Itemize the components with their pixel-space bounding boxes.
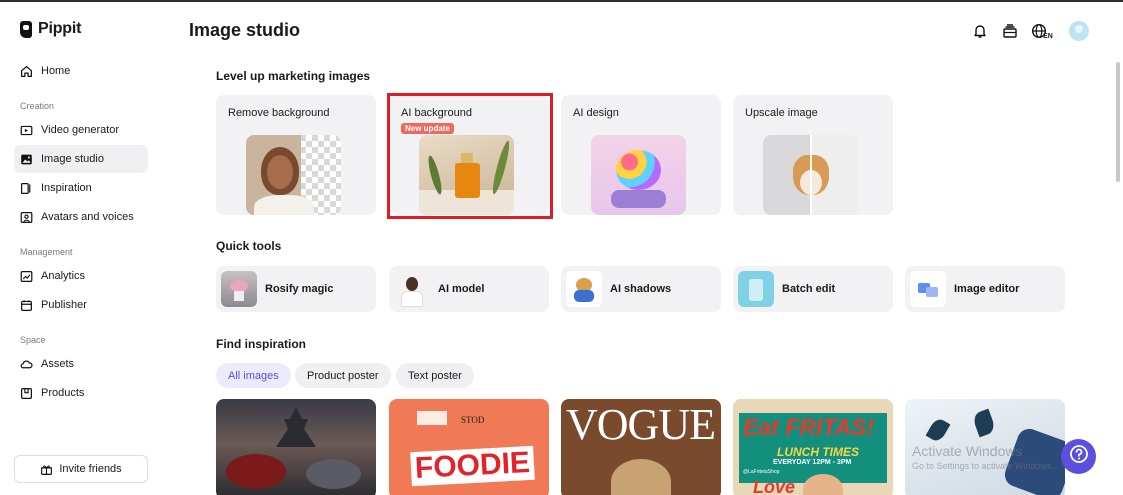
inspiration-card-motorbike[interactable] bbox=[216, 399, 376, 495]
inspiration-icon bbox=[20, 182, 33, 195]
sidebar-item-label: Inspiration bbox=[41, 182, 92, 194]
sidebar-item-avatars-and-voices[interactable]: Avatars and voices bbox=[14, 203, 148, 231]
sidebar-item-products[interactable]: Products bbox=[14, 379, 148, 407]
tool-label: AI model bbox=[438, 283, 485, 295]
level-up-heading: Level up marketing images bbox=[216, 69, 371, 83]
tool-rosify-magic[interactable]: Rosify magic bbox=[216, 266, 376, 312]
language-code: EN bbox=[1043, 32, 1053, 40]
section-label-space: Space bbox=[20, 335, 46, 345]
analytics-icon bbox=[20, 270, 33, 283]
poster-text-vogue: VOGUE bbox=[566, 400, 716, 449]
card-title: Upscale image bbox=[745, 107, 818, 119]
sidebar-item-label: Products bbox=[41, 387, 85, 399]
sidebar-item-label: Video generator bbox=[41, 124, 120, 136]
rosify-magic-thumbnail bbox=[221, 271, 257, 307]
card-title: Remove background bbox=[228, 107, 330, 119]
upscale-image-card[interactable]: Upscale image bbox=[733, 95, 893, 215]
remove-background-card[interactable]: Remove background bbox=[216, 95, 376, 215]
sidebar-item-label: Analytics bbox=[41, 270, 86, 282]
app-name: Pippit bbox=[38, 20, 82, 37]
inspiration-card-fritas[interactable]: Eat FRITAS! LUNCH TIMES EVERYDAY 12PM - … bbox=[733, 399, 893, 495]
ai-design-thumbnail bbox=[591, 135, 686, 215]
sidebar-item-analytics[interactable]: Analytics bbox=[14, 262, 148, 290]
batch-edit-thumbnail bbox=[738, 271, 774, 307]
section-label-management: Management bbox=[20, 247, 73, 257]
invite-friends-button[interactable]: Invite friends bbox=[14, 455, 148, 483]
quick-tools-heading: Quick tools bbox=[216, 239, 282, 253]
cloud-icon bbox=[20, 358, 33, 371]
inspiration-card-foodie[interactable]: STOD FOODIE bbox=[389, 399, 549, 495]
chip-text-poster[interactable]: Text poster bbox=[396, 363, 474, 388]
poster-text-foodie: FOODIE bbox=[410, 445, 535, 487]
sidebar-item-label: Image studio bbox=[41, 153, 104, 165]
tool-ai-shadows[interactable]: AI shadows bbox=[561, 266, 721, 312]
watermark-subtitle: Go to Settings to activate Windows. bbox=[912, 461, 1055, 471]
ai-model-thumbnail bbox=[394, 271, 430, 307]
sidebar-item-label: Avatars and voices bbox=[41, 211, 134, 223]
poster-time-text: EVERYDAY 12PM - 3PM bbox=[773, 459, 852, 466]
avatar-icon bbox=[20, 211, 33, 224]
tool-label: Rosify magic bbox=[265, 283, 334, 295]
sidebar-item-label: Assets bbox=[41, 358, 75, 370]
inspiration-card-vogue[interactable]: VOGUE bbox=[561, 399, 721, 495]
image-studio-icon bbox=[20, 153, 33, 166]
pippit-logo-icon bbox=[20, 20, 32, 38]
poster-love-text: Love bbox=[753, 477, 796, 495]
tool-ai-model[interactable]: AI model bbox=[389, 266, 549, 312]
calendar-icon bbox=[20, 299, 33, 312]
image-editor-thumbnail bbox=[910, 271, 946, 307]
poster-sub-text: LUNCH TIMES bbox=[777, 445, 859, 459]
video-generator-icon bbox=[20, 124, 33, 137]
chip-all-images[interactable]: All images bbox=[216, 363, 291, 388]
activate-windows-watermark: Activate Windows Go to Settings to activ… bbox=[912, 443, 1054, 471]
invite-friends-label: Invite friends bbox=[59, 463, 122, 475]
tool-label: AI shadows bbox=[610, 283, 672, 295]
header-actions: EN bbox=[971, 21, 1089, 41]
watermark-title: Activate Windows bbox=[912, 443, 1023, 459]
sidebar-item-assets[interactable]: Assets bbox=[14, 350, 148, 378]
notification-bell-icon[interactable] bbox=[971, 22, 989, 40]
section-label-creation: Creation bbox=[20, 101, 55, 111]
sidebar-item-video-generator[interactable]: Video generator bbox=[14, 116, 148, 144]
tool-label: Image editor bbox=[954, 283, 1020, 295]
tool-label: Batch edit bbox=[782, 283, 836, 295]
tool-image-editor[interactable]: Image editor bbox=[905, 266, 1065, 312]
sidebar-item-publisher[interactable]: Publisher bbox=[14, 291, 148, 319]
sidebar: Pippit Home Creation Video generator Ima… bbox=[0, 2, 160, 495]
find-inspiration-heading: Find inspiration bbox=[216, 337, 306, 351]
tool-batch-edit[interactable]: Batch edit bbox=[733, 266, 893, 312]
page-scrollbar[interactable] bbox=[1116, 62, 1120, 182]
gift-icon bbox=[40, 463, 53, 476]
chip-product-poster[interactable]: Product poster bbox=[295, 363, 391, 388]
poster-text-fritas: Eat FRITAS! bbox=[743, 414, 875, 440]
language-globe-icon[interactable]: EN bbox=[1031, 22, 1057, 40]
poster-sub-text: STOD bbox=[461, 415, 485, 425]
stack-icon[interactable] bbox=[1001, 22, 1019, 40]
remove-background-thumbnail bbox=[246, 135, 341, 215]
ai-background-thumbnail bbox=[419, 135, 514, 215]
user-avatar[interactable] bbox=[1069, 21, 1089, 41]
ai-shadows-thumbnail bbox=[566, 271, 602, 307]
sidebar-item-inspiration[interactable]: Inspiration bbox=[14, 174, 148, 202]
upscale-image-thumbnail bbox=[763, 135, 858, 215]
home-icon bbox=[20, 65, 33, 78]
sidebar-item-label: Home bbox=[41, 65, 71, 77]
sidebar-item-image-studio[interactable]: Image studio bbox=[14, 145, 148, 173]
poster-handle-text: @LaFritetaShop bbox=[743, 469, 780, 475]
app-logo[interactable]: Pippit bbox=[20, 20, 81, 38]
page-title: Image studio bbox=[189, 20, 301, 40]
card-title: AI design bbox=[573, 107, 619, 119]
ai-background-card[interactable]: AI background New update bbox=[389, 95, 549, 215]
question-icon bbox=[1069, 444, 1089, 469]
card-title: AI background bbox=[401, 107, 472, 119]
help-button[interactable] bbox=[1061, 439, 1096, 474]
sidebar-item-label: Publisher bbox=[41, 299, 87, 311]
box-icon bbox=[20, 387, 33, 400]
new-update-badge: New update bbox=[401, 123, 454, 134]
ai-design-card[interactable]: AI design bbox=[561, 95, 721, 215]
sidebar-item-home[interactable]: Home bbox=[14, 57, 148, 85]
